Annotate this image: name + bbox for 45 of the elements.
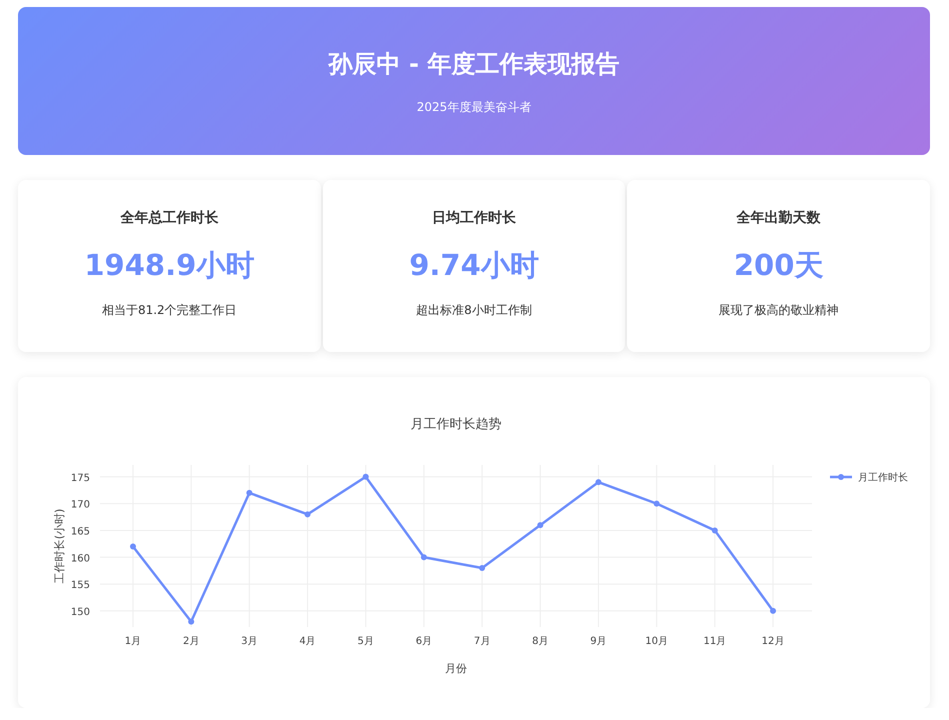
stat-value: 200天 — [734, 247, 824, 284]
stat-label: 日均工作时长 — [432, 209, 516, 227]
y-tick-label: 150 — [70, 606, 90, 618]
data-point — [770, 608, 776, 614]
stat-label: 全年出勤天数 — [736, 209, 821, 227]
data-point — [130, 544, 136, 550]
x-tick-label: 1月 — [124, 636, 142, 647]
report-title: 孙辰中 - 年度工作表现报告 — [328, 49, 620, 80]
y-tick-label: 170 — [70, 500, 90, 511]
stat-note: 相当于81.2个完整工作日 — [102, 302, 237, 319]
x-tick-label: 7月 — [474, 636, 490, 647]
x-tick-label: 2月 — [182, 636, 200, 647]
stat-value: 1948.9小时 — [84, 247, 254, 284]
x-tick-label: 9月 — [590, 636, 607, 647]
x-tick-label: 12月 — [762, 636, 784, 647]
data-point — [595, 479, 602, 486]
data-point — [246, 490, 252, 496]
chart-title: 月工作时长趋势 — [410, 417, 502, 432]
x-tick-label: 10月 — [645, 636, 668, 647]
data-point — [654, 500, 660, 507]
data-point — [420, 554, 427, 560]
legend-label: 月工作时长 — [858, 472, 908, 484]
stat-note: 超出标准8小时工作制 — [416, 302, 532, 319]
x-axis-label: 月份 — [445, 662, 467, 675]
data-point — [712, 527, 718, 534]
data-point — [188, 618, 194, 625]
data-point — [304, 511, 311, 518]
y-tick-label: 155 — [70, 580, 90, 592]
x-tick-label: 8月 — [532, 636, 548, 647]
data-point — [362, 474, 369, 480]
data-point — [479, 565, 486, 571]
report-subtitle: 2025年度最美奋斗者 — [416, 99, 532, 116]
x-tick-label: 6月 — [416, 636, 432, 647]
y-axis-label: 工作时长(小时) — [53, 508, 66, 584]
x-tick-label: 5月 — [358, 636, 374, 647]
stat-label: 全年总工作时长 — [120, 209, 218, 227]
y-tick-label: 160 — [70, 553, 90, 564]
x-tick-label: 11月 — [703, 636, 726, 647]
y-tick-label: 165 — [70, 526, 90, 538]
data-point — [537, 522, 544, 528]
stat-note: 展现了极高的敬业精神 — [718, 302, 839, 319]
y-tick-label: 175 — [70, 472, 90, 484]
x-tick-label: 4月 — [299, 636, 316, 647]
stat-value: 9.74小时 — [409, 247, 539, 284]
x-tick-label: 3月 — [241, 636, 258, 647]
